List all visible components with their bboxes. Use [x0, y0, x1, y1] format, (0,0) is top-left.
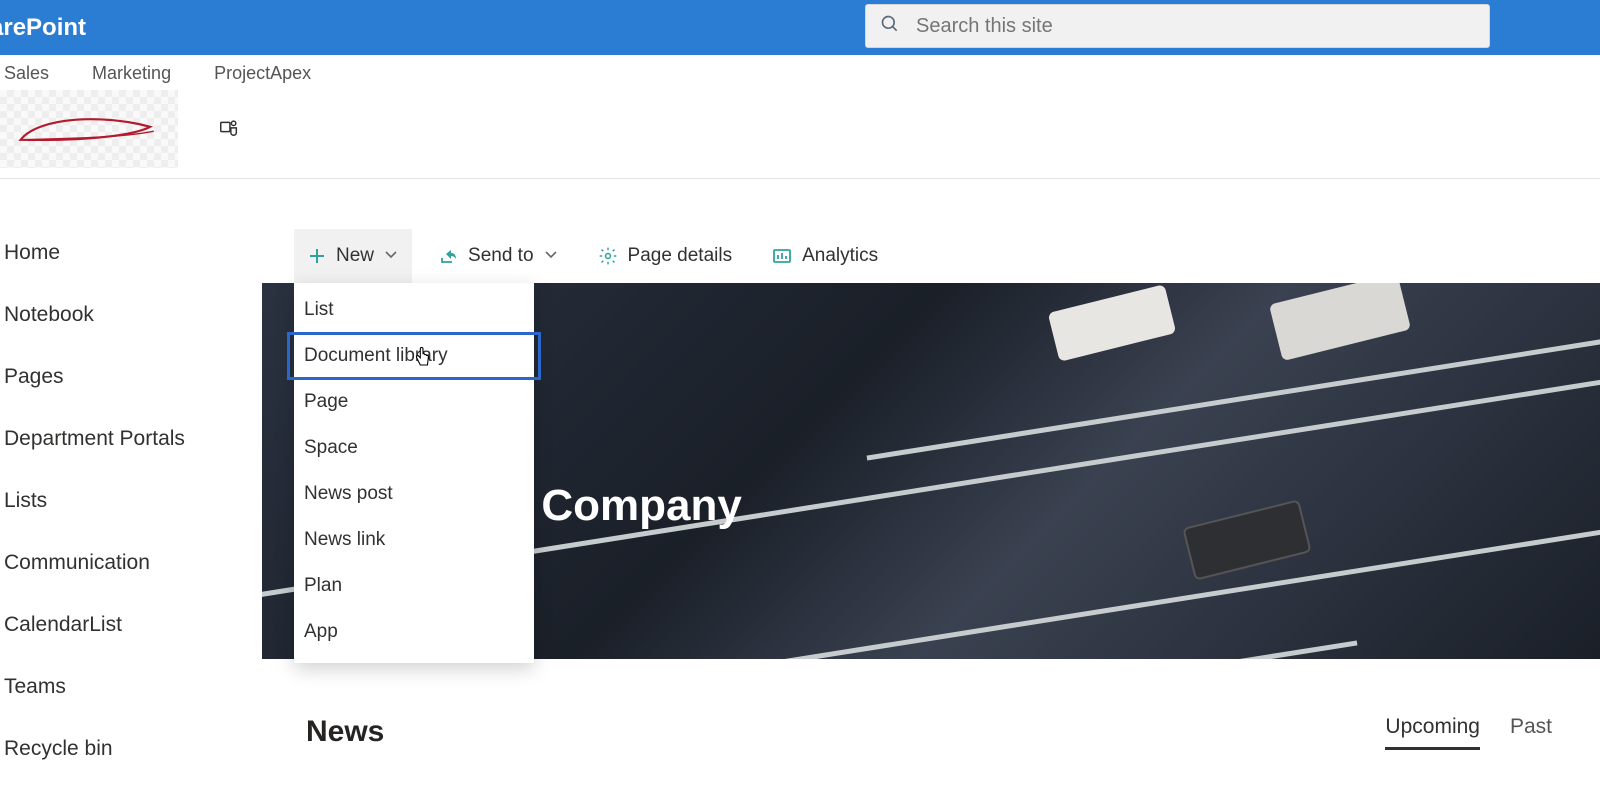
nav-recycle-bin[interactable]: Recycle bin: [4, 725, 262, 773]
menu-item-news-post[interactable]: News post: [294, 471, 534, 517]
analytics-button[interactable]: Analytics: [758, 229, 892, 283]
news-section: News Upcoming Past: [262, 715, 1600, 750]
page-details-button[interactable]: Page details: [584, 229, 747, 283]
tab-past[interactable]: Past: [1510, 715, 1552, 750]
plus-icon: [308, 247, 326, 265]
teams-icon[interactable]: [178, 116, 240, 143]
chevron-down-icon: [384, 245, 398, 267]
news-heading: News: [306, 715, 384, 749]
menu-item-document-library[interactable]: Document library: [288, 333, 540, 379]
menu-item-list[interactable]: List: [294, 287, 534, 333]
tab-upcoming[interactable]: Upcoming: [1385, 715, 1480, 750]
nav-teams[interactable]: Teams: [4, 663, 262, 711]
send-to-label: Send to: [468, 245, 534, 267]
top-nav: Sales Marketing ProjectApex: [0, 55, 1600, 84]
search-input[interactable]: [916, 15, 1475, 38]
new-button-label: New: [336, 245, 374, 267]
nav-calendarlist[interactable]: CalendarList: [4, 601, 262, 649]
content-area: Home Notebook Pages Department Portals L…: [0, 229, 1600, 787]
nav-pages[interactable]: Pages: [4, 353, 262, 401]
analytics-label: Analytics: [802, 245, 878, 267]
gear-icon: [598, 246, 618, 266]
nav-link-projectapex[interactable]: ProjectApex: [214, 63, 311, 83]
menu-item-app[interactable]: App: [294, 609, 534, 655]
site-header: [0, 84, 1600, 179]
cursor-pointer-icon: [414, 347, 432, 369]
menu-item-page[interactable]: Page: [294, 379, 534, 425]
decorative-car: [1048, 284, 1177, 362]
nav-home[interactable]: Home: [4, 229, 262, 277]
decorative-car: [1269, 283, 1411, 361]
menu-item-news-link[interactable]: News link: [294, 517, 534, 563]
news-tabs: Upcoming Past: [1385, 715, 1552, 750]
nav-communication[interactable]: Communication: [4, 539, 262, 587]
command-bar: New Send to Page details: [262, 229, 1600, 283]
main-region: New Send to Page details: [262, 229, 1600, 787]
nav-link-marketing[interactable]: Marketing: [92, 63, 171, 83]
site-logo[interactable]: [0, 90, 178, 168]
page-details-label: Page details: [628, 245, 733, 267]
menu-item-space[interactable]: Space: [294, 425, 534, 471]
search-box[interactable]: [865, 4, 1490, 48]
nav-department-portals[interactable]: Department Portals: [4, 415, 262, 463]
send-to-button[interactable]: Send to: [424, 229, 572, 283]
car-logo-icon: [9, 111, 169, 147]
left-nav: Home Notebook Pages Department Portals L…: [0, 229, 262, 787]
search-icon: [880, 14, 916, 39]
new-menu-dropdown: List Document library Page Space News po…: [294, 283, 534, 663]
hero-title: r Company: [512, 481, 742, 531]
share-arrow-icon: [438, 246, 458, 266]
decorative-car: [1182, 499, 1311, 580]
analytics-icon: [772, 246, 792, 266]
suite-bar: arePoint: [0, 0, 1600, 55]
nav-notebook[interactable]: Notebook: [4, 291, 262, 339]
app-title: arePoint: [0, 14, 86, 42]
nav-link-sales[interactable]: Sales: [4, 63, 49, 83]
menu-item-plan[interactable]: Plan: [294, 563, 534, 609]
chevron-down-icon: [544, 245, 558, 267]
nav-lists[interactable]: Lists: [4, 477, 262, 525]
decorative-stripe: [567, 640, 1358, 659]
new-button[interactable]: New: [294, 229, 412, 283]
